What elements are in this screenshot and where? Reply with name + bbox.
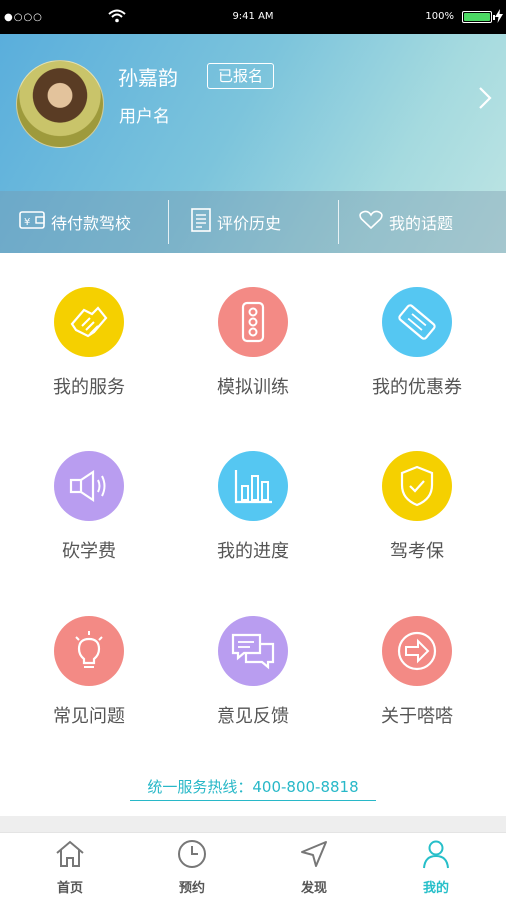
section-divider	[0, 816, 506, 832]
quick-action-label: 待付款驾校	[51, 214, 132, 233]
tab-label: 发现	[300, 881, 327, 896]
grid-item-coupons[interactable]: 我的优惠券	[333, 287, 501, 399]
arrow-circle-icon	[382, 616, 452, 686]
lightbulb-icon	[54, 616, 124, 686]
battery-percent: 100%	[425, 11, 454, 22]
chat-icon	[218, 616, 288, 686]
grid-item-faq[interactable]: 常见问题	[5, 616, 173, 728]
profile-name: 孙嘉韵	[118, 66, 178, 90]
megaphone-icon	[54, 451, 124, 521]
heart-icon	[359, 210, 389, 234]
bottom-tab-bar: 首页 预约 发现 我的	[0, 832, 506, 901]
handshake-icon	[54, 287, 124, 357]
service-hotline-link[interactable]: 统一服务热线：400-800-8818	[130, 776, 376, 801]
avatar[interactable]	[16, 60, 104, 148]
grid-item-my-service[interactable]: 我的服务	[5, 287, 173, 399]
bar-chart-icon	[218, 451, 288, 521]
grid-item-label: 我的进度	[217, 541, 289, 562]
quick-actions-bar: ¥ 待付款驾校 评价历史 我的话题	[0, 191, 506, 253]
grid-item-label: 我的服务	[53, 377, 125, 398]
tab-mine[interactable]: 我的	[376, 839, 496, 896]
person-icon	[421, 840, 451, 873]
tab-booking[interactable]: 预约	[132, 839, 252, 896]
grid-item-about[interactable]: 关于嗒嗒	[333, 616, 501, 728]
profile-header[interactable]: 孙嘉韵 已报名 用户名 ¥ 待付款驾校 评价历史 我的话题	[0, 34, 506, 253]
quick-action-label: 评价历史	[217, 214, 282, 233]
divider	[338, 200, 339, 244]
divider	[168, 200, 169, 244]
grid-item-label: 意见反馈	[217, 706, 289, 727]
tab-label: 我的	[422, 881, 449, 896]
profile-username: 用户名	[119, 107, 170, 127]
clock-icon	[177, 840, 207, 873]
tab-discover[interactable]: 发现	[254, 839, 374, 896]
quick-action-pending-payment[interactable]: ¥ 待付款驾校	[19, 191, 131, 253]
status-bar: ●○○○ 9:41 AM 100%	[0, 0, 506, 34]
grid-item-label: 常见问题	[53, 706, 125, 727]
tab-home[interactable]: 首页	[10, 839, 130, 896]
shield-check-icon	[382, 451, 452, 521]
charging-icon	[495, 9, 503, 26]
battery-icon	[462, 11, 495, 23]
grid-item-label: 驾考保	[390, 541, 444, 562]
home-icon	[54, 840, 86, 873]
chevron-right-icon[interactable]	[478, 86, 492, 114]
ticket-icon	[382, 287, 452, 357]
traffic-light-icon	[218, 287, 288, 357]
tab-label: 首页	[56, 881, 83, 896]
grid-item-label: 砍学费	[62, 541, 116, 562]
grid-item-simulation[interactable]: 模拟训练	[169, 287, 337, 399]
list-icon	[191, 208, 217, 236]
grid-item-label: 模拟训练	[217, 377, 289, 398]
status-badge: 已报名	[207, 63, 275, 89]
tab-label: 预约	[178, 881, 205, 896]
navigation-icon	[299, 841, 329, 873]
grid-item-progress[interactable]: 我的进度	[169, 451, 337, 563]
quick-action-review-history[interactable]: 评价历史	[191, 191, 281, 253]
svg-text:¥: ¥	[24, 217, 30, 228]
grid-item-label: 我的优惠券	[372, 377, 462, 398]
grid-item-cut-tuition[interactable]: 砍学费	[5, 451, 173, 563]
grid-item-label: 关于嗒嗒	[381, 706, 453, 727]
quick-action-label: 我的话题	[389, 214, 454, 233]
wallet-icon: ¥	[19, 210, 51, 234]
grid-item-exam-insurance[interactable]: 驾考保	[333, 451, 501, 563]
grid-item-feedback[interactable]: 意见反馈	[169, 616, 337, 728]
quick-action-my-topics[interactable]: 我的话题	[359, 191, 453, 253]
